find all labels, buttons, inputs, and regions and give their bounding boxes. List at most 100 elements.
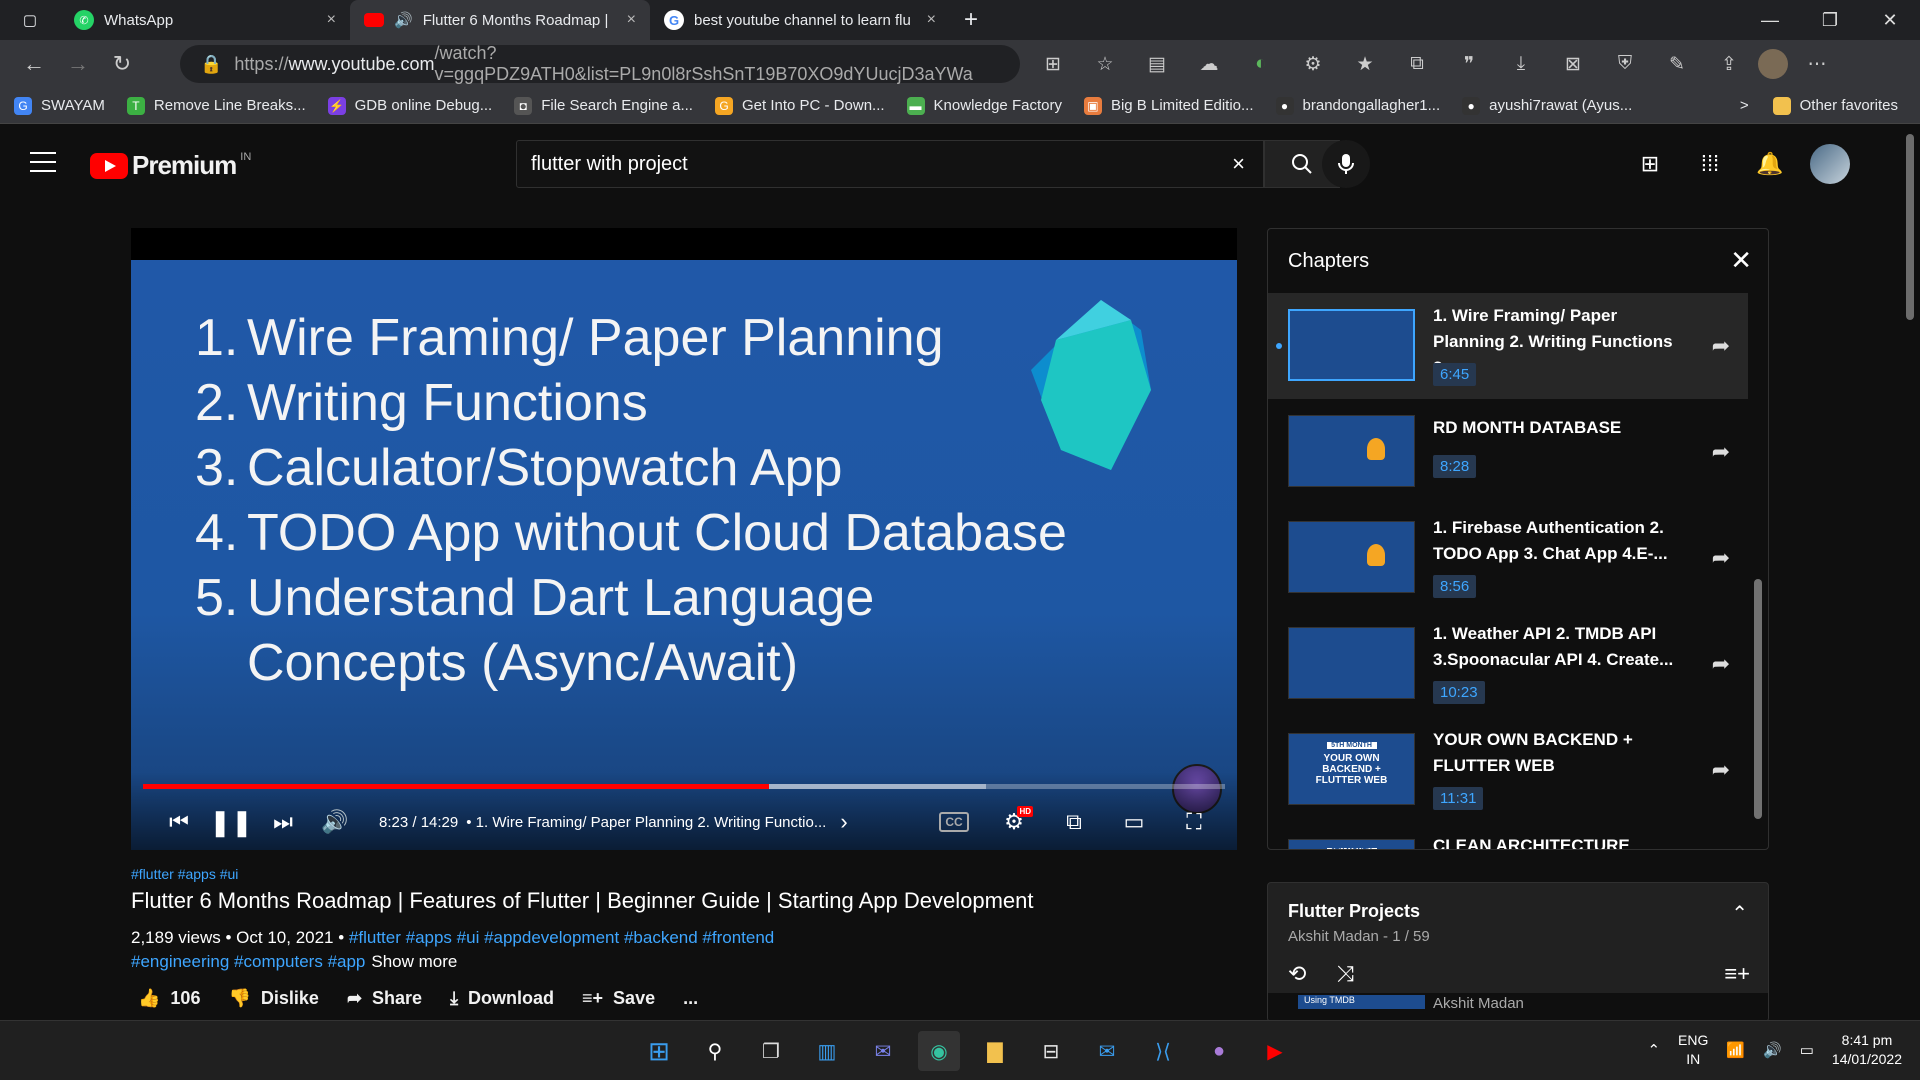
- share-button[interactable]: ➦ Share: [347, 988, 422, 1009]
- like-button[interactable]: 👍 106: [138, 988, 200, 1009]
- bookmark-item[interactable]: ▣ Big B Limited Editio...: [1083, 96, 1254, 115]
- playlist-title[interactable]: Flutter Projects: [1288, 901, 1420, 922]
- settings-gear-icon[interactable]: ⚙ HD: [989, 802, 1039, 842]
- new-tab-button[interactable]: +: [950, 0, 1000, 40]
- extension-copy-icon[interactable]: ▤: [1134, 46, 1180, 82]
- volume-icon[interactable]: 🔊: [1763, 1041, 1782, 1059]
- youtube-premium-logo[interactable]: Premium IN: [90, 150, 251, 181]
- pause-icon[interactable]: ❚❚: [205, 802, 257, 842]
- extension-color-icon[interactable]: ◐: [1238, 46, 1284, 82]
- current-chapter-label[interactable]: • 1. Wire Framing/ Paper Planning 2. Wri…: [466, 814, 826, 831]
- search-input[interactable]: flutter with project ×: [516, 140, 1264, 188]
- share-icon[interactable]: ➦: [1712, 651, 1730, 677]
- share-icon[interactable]: ➦: [1712, 757, 1730, 783]
- previous-icon[interactable]: ⏮: [153, 802, 205, 842]
- chapter-item[interactable]: 1. Firebase Authentication 2. TODO App 3…: [1268, 505, 1748, 611]
- tab-close-button[interactable]: ×: [627, 11, 636, 29]
- language-indicator[interactable]: ENG IN: [1678, 1031, 1708, 1069]
- close-window-icon[interactable]: ✕: [1860, 0, 1920, 40]
- next-icon[interactable]: ⏭: [257, 802, 309, 842]
- show-more-button[interactable]: Show more: [371, 952, 457, 971]
- progress-bar[interactable]: [143, 784, 1225, 789]
- voice-search-button[interactable]: [1322, 140, 1370, 188]
- other-favorites[interactable]: Other favorites: [1772, 96, 1898, 115]
- volume-icon[interactable]: 🔊: [309, 802, 361, 842]
- collapse-chevron-icon[interactable]: ⌃: [1731, 901, 1748, 926]
- share-icon[interactable]: ➦: [1712, 333, 1730, 359]
- refresh-icon[interactable]: ↻: [100, 44, 144, 84]
- chapter-item[interactable]: 6TH MONTH CLEAN ARCHITECTURE: [1268, 823, 1748, 849]
- profile-icon[interactable]: [1758, 49, 1788, 79]
- avatar[interactable]: [1810, 144, 1850, 184]
- minimize-icon[interactable]: —: [1740, 0, 1800, 40]
- extension-cloud-icon[interactable]: ☁: [1186, 46, 1232, 82]
- forward-icon[interactable]: →: [56, 44, 100, 84]
- create-video-icon[interactable]: ⊞: [1630, 144, 1670, 184]
- bookmark-item[interactable]: ● brandongallagher1...: [1275, 96, 1440, 115]
- shuffle-icon[interactable]: ⤨: [1336, 961, 1354, 987]
- apps-grid-icon[interactable]: ⁞⁞⁞: [1690, 144, 1730, 184]
- address-bar[interactable]: 🔒 https://www.youtube.com/watch?v=ggqPDZ…: [180, 43, 1020, 84]
- hashtags[interactable]: #flutter #apps #ui #appdevelopment #back…: [349, 928, 774, 947]
- video-player[interactable]: 1. Wire Framing/ Paper Planning 2. Writing …: [131, 228, 1237, 850]
- share-icon[interactable]: ⇪: [1706, 46, 1752, 82]
- tab-close-button[interactable]: ×: [327, 11, 336, 29]
- shield-icon[interactable]: ⛨: [1602, 46, 1648, 82]
- close-icon[interactable]: ✕: [1730, 245, 1752, 276]
- clear-search-icon[interactable]: ×: [1232, 151, 1245, 177]
- notifications-bell-icon[interactable]: 🔔: [1750, 144, 1790, 184]
- tab-google[interactable]: G best youtube channel to learn flu ×: [650, 0, 950, 40]
- clock[interactable]: 8:41 pm 14/01/2022: [1832, 1031, 1902, 1069]
- search-icon[interactable]: ⚲: [694, 1031, 736, 1071]
- dislike-button[interactable]: 👎 Dislike: [228, 988, 318, 1009]
- teams-chat-icon[interactable]: ✉: [862, 1031, 904, 1071]
- bookmark-item[interactable]: ◘ File Search Engine a...: [514, 96, 693, 115]
- tab-actions-icon[interactable]: ▢: [0, 0, 60, 40]
- miniplayer-icon[interactable]: ⧉: [1049, 802, 1099, 842]
- more-menu-icon[interactable]: ⋯: [1794, 46, 1840, 82]
- favorite-star-icon[interactable]: ☆: [1082, 46, 1128, 82]
- web-capture-icon[interactable]: ✎: [1654, 46, 1700, 82]
- chapter-item[interactable]: 1. Wire Framing/ Paper Planning 2. Writi…: [1268, 293, 1748, 399]
- wifi-icon[interactable]: 📶: [1726, 1041, 1745, 1059]
- task-view-icon[interactable]: ❐: [750, 1031, 792, 1071]
- edge-browser-icon[interactable]: ◉: [918, 1031, 960, 1071]
- hamburger-menu-icon[interactable]: [30, 152, 56, 179]
- share-icon[interactable]: ➦: [1712, 439, 1730, 465]
- mail-icon[interactable]: ✉: [1086, 1031, 1128, 1071]
- github-desktop-icon[interactable]: ●: [1198, 1031, 1240, 1071]
- chapter-item[interactable]: 1. Weather API 2. TMDB API 3.Spoonacular…: [1268, 611, 1748, 717]
- bookmark-item[interactable]: ⚡ GDB online Debug...: [327, 96, 492, 115]
- bookmarks-overflow-icon[interactable]: >: [1740, 97, 1749, 114]
- bookmark-item[interactable]: ● ayushi7rawat (Ayus...: [1462, 96, 1632, 115]
- favorites-icon[interactable]: ★: [1342, 46, 1388, 82]
- chapter-item[interactable]: RD MONTH DATABASE 8:28 ➦: [1268, 399, 1748, 505]
- download-icon[interactable]: ⤓: [1498, 46, 1544, 82]
- save-button[interactable]: ≡+ Save: [582, 988, 655, 1009]
- tab-close-button[interactable]: ×: [927, 11, 936, 29]
- widgets-icon[interactable]: ▥: [806, 1031, 848, 1071]
- bookmark-item[interactable]: G Get Into PC - Down...: [714, 96, 885, 115]
- store-icon[interactable]: ⊟: [1030, 1031, 1072, 1071]
- more-actions-button[interactable]: ...: [683, 988, 698, 1009]
- fullscreen-icon[interactable]: ⛶: [1169, 802, 1219, 842]
- hashtags[interactable]: #engineering #computers #app: [131, 952, 365, 971]
- bookmark-item[interactable]: ▬ Knowledge Factory: [906, 96, 1062, 115]
- quote-icon[interactable]: ❞: [1446, 46, 1492, 82]
- chapters-scrollbar[interactable]: [1754, 579, 1762, 819]
- start-windows-icon[interactable]: ⊞: [638, 1031, 680, 1071]
- chapter-item[interactable]: 5TH MONTH YOUR OWN BACKEND + FLUTTER WEB Y…: [1268, 717, 1748, 823]
- tab-youtube[interactable]: 🔊 Flutter 6 Months Roadmap | ×: [350, 0, 650, 40]
- youtube-app-icon[interactable]: ▶: [1254, 1031, 1296, 1071]
- vscode-icon[interactable]: ⟩⟨: [1142, 1031, 1184, 1071]
- subtitles-icon[interactable]: CC: [929, 802, 979, 842]
- bookmark-item[interactable]: T Remove Line Breaks...: [126, 96, 306, 115]
- video-tags[interactable]: #flutter #apps #ui: [131, 866, 238, 882]
- extensions-icon[interactable]: ⚙: [1290, 46, 1336, 82]
- theater-mode-icon[interactable]: ▭: [1109, 802, 1159, 842]
- tab-whatsapp[interactable]: ✆ WhatsApp ×: [60, 0, 350, 40]
- collections-icon[interactable]: ⧉: [1394, 46, 1440, 82]
- download-button[interactable]: ⤓ Download: [450, 988, 554, 1009]
- loop-icon[interactable]: ⟲: [1288, 961, 1306, 987]
- battery-icon[interactable]: ▭: [1800, 1041, 1814, 1059]
